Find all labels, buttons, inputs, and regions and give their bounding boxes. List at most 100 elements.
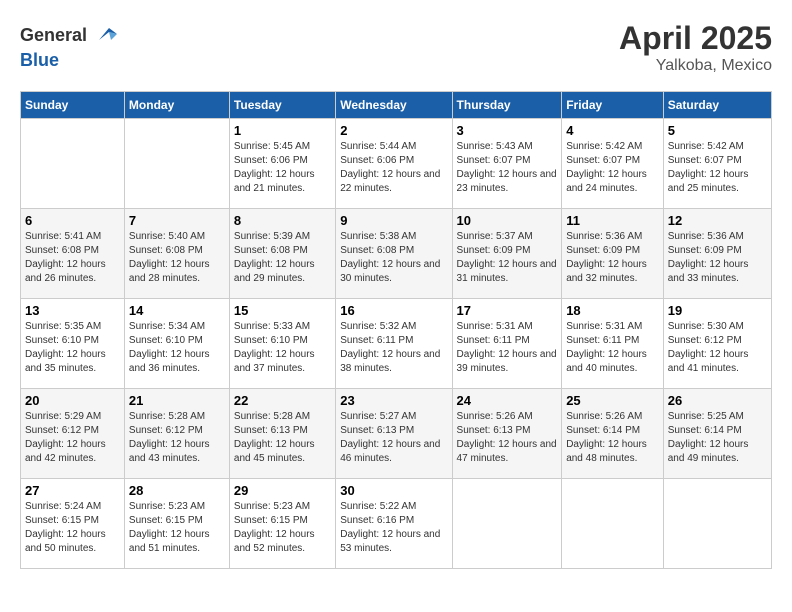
day-info: Sunrise: 5:40 AM Sunset: 6:08 PM Dayligh… — [129, 230, 225, 286]
day-number: 5 — [668, 123, 767, 138]
day-number: 22 — [234, 393, 331, 408]
calendar-week-row: 1Sunrise: 5:45 AM Sunset: 6:06 PM Daylig… — [21, 119, 772, 209]
day-info: Sunrise: 5:27 AM Sunset: 6:13 PM Dayligh… — [340, 410, 447, 466]
table-row: 19Sunrise: 5:30 AM Sunset: 6:12 PM Dayli… — [663, 299, 771, 389]
table-row — [124, 119, 229, 209]
day-info: Sunrise: 5:45 AM Sunset: 6:06 PM Dayligh… — [234, 140, 331, 196]
day-number: 9 — [340, 213, 447, 228]
day-number: 21 — [129, 393, 225, 408]
col-saturday: Saturday — [663, 92, 771, 119]
table-row: 29 Sunrise: 5:23 AM Sunset: 6:15 PM Dayli… — [229, 479, 335, 569]
day-number: 24 — [457, 393, 558, 408]
table-row: 17 Sunrise: 5:31 AM Sunset: 6:11 PM Dayli… — [452, 299, 562, 389]
table-row: 30Sunrise: 5:22 AM Sunset: 6:16 PM Dayli… — [336, 479, 452, 569]
logo-general: General — [20, 25, 87, 46]
day-info: Sunrise: 5:31 AM Sunset: 6:11 PM Dayligh… — [566, 320, 659, 376]
col-thursday: Thursday — [452, 92, 562, 119]
day-info: Sunrise: 5:25 AM Sunset: 6:14 PM Dayligh… — [668, 410, 767, 466]
col-tuesday: Tuesday — [229, 92, 335, 119]
table-row: 27 Sunrise: 5:24 AM Sunset: 6:15 PM Dayli… — [21, 479, 125, 569]
day-info: Sunrise: 5:24 AM Sunset: 6:15 PM Dayligh… — [25, 500, 120, 556]
day-number: 3 — [457, 123, 558, 138]
day-info: Sunrise: 5:30 AM Sunset: 6:12 PM Dayligh… — [668, 320, 767, 376]
day-info: Sunrise: 5:42 AM Sunset: 6:07 PM Dayligh… — [668, 140, 767, 196]
day-info: Sunrise: 5:42 AM Sunset: 6:07 PM Dayligh… — [566, 140, 659, 196]
table-row — [21, 119, 125, 209]
table-row: 10Sunrise: 5:37 AM Sunset: 6:09 PM Dayli… — [452, 209, 562, 299]
day-number: 12 — [668, 213, 767, 228]
logo-bird-icon — [89, 20, 119, 50]
day-info: Sunrise: 5:26 AM Sunset: 6:13 PM Dayligh… — [457, 410, 558, 466]
table-row: 22 Sunrise: 5:28 AM Sunset: 6:13 PM Dayli… — [229, 389, 335, 479]
day-info: Sunrise: 5:35 AM Sunset: 6:10 PM Dayligh… — [25, 320, 120, 376]
day-info: Sunrise: 5:43 AM Sunset: 6:07 PM Dayligh… — [457, 140, 558, 196]
day-number: 4 — [566, 123, 659, 138]
day-info: Sunrise: 5:39 AM Sunset: 6:08 PM Dayligh… — [234, 230, 331, 286]
table-row: 3 Sunrise: 5:43 AM Sunset: 6:07 PM Daylig… — [452, 119, 562, 209]
day-number: 28 — [129, 483, 225, 498]
table-row: 24 Sunrise: 5:26 AM Sunset: 6:13 PM Dayli… — [452, 389, 562, 479]
table-row — [562, 479, 664, 569]
day-number: 27 — [25, 483, 120, 498]
table-row: 21Sunrise: 5:28 AM Sunset: 6:12 PM Dayli… — [124, 389, 229, 479]
table-row: 2 Sunrise: 5:44 AM Sunset: 6:06 PM Daylig… — [336, 119, 452, 209]
table-row: 25Sunrise: 5:26 AM Sunset: 6:14 PM Dayli… — [562, 389, 664, 479]
calendar-header-row: Sunday Monday Tuesday Wednesday Thursday… — [21, 92, 772, 119]
table-row: 26 Sunrise: 5:25 AM Sunset: 6:14 PM Dayli… — [663, 389, 771, 479]
day-number: 23 — [340, 393, 447, 408]
table-row: 28 Sunrise: 5:23 AM Sunset: 6:15 PM Dayli… — [124, 479, 229, 569]
table-row: 20 Sunrise: 5:29 AM Sunset: 6:12 PM Dayli… — [21, 389, 125, 479]
calendar-week-row: 20 Sunrise: 5:29 AM Sunset: 6:12 PM Dayli… — [21, 389, 772, 479]
table-row: 11 Sunrise: 5:36 AM Sunset: 6:09 PM Dayli… — [562, 209, 664, 299]
day-info: Sunrise: 5:31 AM Sunset: 6:11 PM Dayligh… — [457, 320, 558, 376]
logo: General Blue — [20, 20, 119, 71]
table-row: 6 Sunrise: 5:41 AM Sunset: 6:08 PM Daylig… — [21, 209, 125, 299]
day-number: 10 — [457, 213, 558, 228]
day-number: 2 — [340, 123, 447, 138]
day-info: Sunrise: 5:34 AM Sunset: 6:10 PM Dayligh… — [129, 320, 225, 376]
table-row: 9Sunrise: 5:38 AM Sunset: 6:08 PM Daylig… — [336, 209, 452, 299]
day-info: Sunrise: 5:23 AM Sunset: 6:15 PM Dayligh… — [234, 500, 331, 556]
table-row: 18Sunrise: 5:31 AM Sunset: 6:11 PM Dayli… — [562, 299, 664, 389]
day-number: 8 — [234, 213, 331, 228]
day-number: 7 — [129, 213, 225, 228]
day-info: Sunrise: 5:33 AM Sunset: 6:10 PM Dayligh… — [234, 320, 331, 376]
day-info: Sunrise: 5:26 AM Sunset: 6:14 PM Dayligh… — [566, 410, 659, 466]
table-row: 7 Sunrise: 5:40 AM Sunset: 6:08 PM Daylig… — [124, 209, 229, 299]
calendar-subtitle: Yalkoba, Mexico — [619, 57, 772, 75]
col-sunday: Sunday — [21, 92, 125, 119]
day-info: Sunrise: 5:36 AM Sunset: 6:09 PM Dayligh… — [668, 230, 767, 286]
day-info: Sunrise: 5:36 AM Sunset: 6:09 PM Dayligh… — [566, 230, 659, 286]
col-monday: Monday — [124, 92, 229, 119]
day-info: Sunrise: 5:32 AM Sunset: 6:11 PM Dayligh… — [340, 320, 447, 376]
col-wednesday: Wednesday — [336, 92, 452, 119]
table-row: 4 Sunrise: 5:42 AM Sunset: 6:07 PM Daylig… — [562, 119, 664, 209]
table-row: 13 Sunrise: 5:35 AM Sunset: 6:10 PM Dayli… — [21, 299, 125, 389]
day-info: Sunrise: 5:29 AM Sunset: 6:12 PM Dayligh… — [25, 410, 120, 466]
calendar-week-row: 6 Sunrise: 5:41 AM Sunset: 6:08 PM Daylig… — [21, 209, 772, 299]
table-row: 23 Sunrise: 5:27 AM Sunset: 6:13 PM Dayli… — [336, 389, 452, 479]
calendar-week-row: 13 Sunrise: 5:35 AM Sunset: 6:10 PM Dayli… — [21, 299, 772, 389]
day-number: 11 — [566, 213, 659, 228]
day-number: 14 — [129, 303, 225, 318]
table-row: 12 Sunrise: 5:36 AM Sunset: 6:09 PM Dayli… — [663, 209, 771, 299]
day-number: 17 — [457, 303, 558, 318]
day-info: Sunrise: 5:44 AM Sunset: 6:06 PM Dayligh… — [340, 140, 447, 196]
table-row: 14 Sunrise: 5:34 AM Sunset: 6:10 PM Dayli… — [124, 299, 229, 389]
table-row — [452, 479, 562, 569]
day-info: Sunrise: 5:23 AM Sunset: 6:15 PM Dayligh… — [129, 500, 225, 556]
day-number: 29 — [234, 483, 331, 498]
day-number: 15 — [234, 303, 331, 318]
day-number: 30 — [340, 483, 447, 498]
table-row: 15 Sunrise: 5:33 AM Sunset: 6:10 PM Dayli… — [229, 299, 335, 389]
day-info: Sunrise: 5:28 AM Sunset: 6:13 PM Dayligh… — [234, 410, 331, 466]
table-row: 16Sunrise: 5:32 AM Sunset: 6:11 PM Dayli… — [336, 299, 452, 389]
day-number: 13 — [25, 303, 120, 318]
table-row: 8 Sunrise: 5:39 AM Sunset: 6:08 PM Daylig… — [229, 209, 335, 299]
day-number: 6 — [25, 213, 120, 228]
calendar-week-row: 27 Sunrise: 5:24 AM Sunset: 6:15 PM Dayli… — [21, 479, 772, 569]
day-number: 20 — [25, 393, 120, 408]
day-number: 26 — [668, 393, 767, 408]
table-row — [663, 479, 771, 569]
day-info: Sunrise: 5:41 AM Sunset: 6:08 PM Dayligh… — [25, 230, 120, 286]
